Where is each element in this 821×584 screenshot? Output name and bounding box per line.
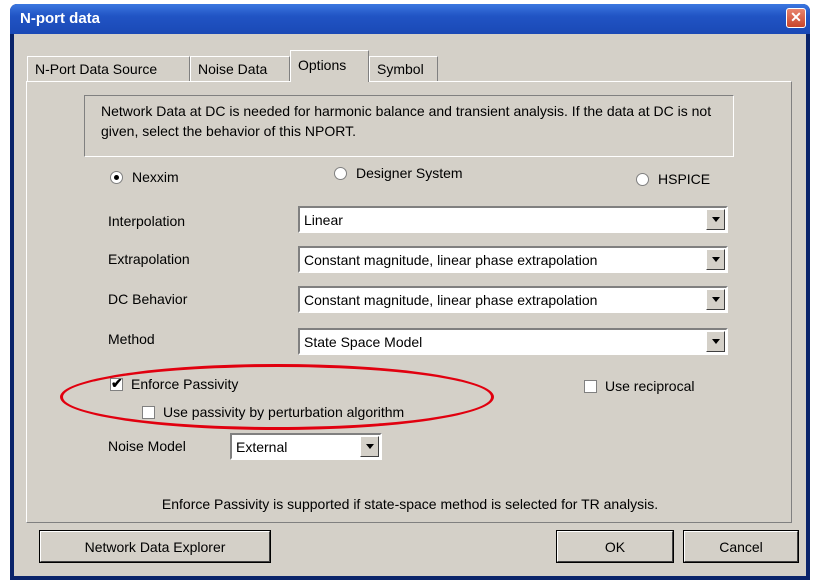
tab-nport-data-source[interactable]: N-Port Data Source [27, 56, 190, 82]
tab-label: Symbol [377, 61, 424, 77]
network-data-explorer-button[interactable]: Network Data Explorer [39, 530, 271, 563]
radio-circle [110, 170, 123, 184]
perturbation-checkbox[interactable]: Use passivity by perturbation algorithm [142, 404, 404, 420]
select-value: External [236, 439, 288, 455]
noise-model-select[interactable]: External [230, 433, 382, 460]
use-reciprocal-checkbox[interactable]: Use reciprocal [584, 378, 694, 394]
passivity-note: Enforce Passivity is supported if state-… [161, 496, 659, 512]
dc-info-text: Network Data at DC is needed for harmoni… [101, 103, 712, 139]
tab-symbol[interactable]: Symbol [369, 56, 438, 82]
select-value: Linear [304, 212, 343, 228]
interpolation-select[interactable]: Linear [298, 206, 728, 233]
checkbox-label: Use passivity by perturbation algorithm [163, 404, 405, 420]
checkbox-label: Use reciprocal [605, 378, 695, 394]
radio-label: Nexxim [132, 169, 179, 185]
tab-label: N-Port Data Source [35, 61, 158, 77]
select-value: Constant magnitude, linear phase extrapo… [304, 252, 598, 268]
nport-dialog: N-port data ✕ N-Port Data Source Noise D… [10, 4, 810, 580]
button-label: Network Data Explorer [84, 538, 226, 555]
dialog-body: N-Port Data Source Noise Data Options Sy… [14, 34, 806, 576]
tab-options[interactable]: Options [290, 50, 369, 82]
checkbox-box [142, 405, 155, 419]
extrapolation-select[interactable]: Constant magnitude, linear phase extrapo… [298, 246, 728, 273]
dropdown-arrow-icon[interactable] [706, 209, 725, 230]
extrapolation-label: Extrapolation [108, 251, 190, 267]
window-title: N-port data [20, 10, 100, 27]
checkbox-box: ✔ [110, 374, 123, 391]
radio-hspice[interactable]: HSPICE [636, 171, 710, 187]
method-label: Method [108, 331, 155, 347]
title-bar[interactable]: N-port data ✕ [10, 4, 810, 34]
check-icon: ✔ [111, 374, 123, 391]
radio-circle [334, 166, 347, 180]
close-icon: ✕ [790, 9, 802, 25]
radio-circle [636, 172, 649, 186]
dropdown-arrow-icon[interactable] [360, 436, 379, 457]
radio-selected-dot [114, 174, 119, 180]
dc-info-box: Network Data at DC is needed for harmoni… [84, 95, 734, 157]
dropdown-arrow-icon[interactable] [706, 289, 725, 310]
select-value: State Space Model [304, 334, 423, 350]
tab-label: Noise Data [198, 61, 268, 77]
radio-designer-system[interactable]: Designer System [334, 165, 463, 181]
interpolation-label: Interpolation [108, 213, 186, 229]
tab-label: Options [298, 57, 347, 73]
button-label: Cancel [719, 538, 763, 555]
dropdown-arrow-icon[interactable] [706, 331, 725, 352]
close-button[interactable]: ✕ [786, 8, 806, 28]
ok-button[interactable]: OK [556, 530, 674, 563]
checkbox-label: Enforce Passivity [131, 376, 239, 392]
enforce-passivity-checkbox[interactable]: ✔ Enforce Passivity [110, 374, 239, 392]
checkbox-box [584, 379, 597, 393]
cancel-button[interactable]: Cancel [683, 530, 799, 563]
method-select[interactable]: State Space Model [298, 328, 728, 355]
noise-model-label: Noise Model [108, 438, 186, 454]
dropdown-arrow-icon[interactable] [706, 249, 725, 270]
button-label: OK [604, 538, 626, 555]
radio-label: HSPICE [658, 171, 711, 187]
tab-noise-data[interactable]: Noise Data [190, 56, 290, 82]
radio-nexxim[interactable]: Nexxim [110, 169, 179, 185]
select-value: Constant magnitude, linear phase extrapo… [304, 292, 598, 308]
radio-label: Designer System [356, 165, 463, 181]
dc-behavior-label: DC Behavior [108, 291, 188, 307]
dc-behavior-select[interactable]: Constant magnitude, linear phase extrapo… [298, 286, 728, 313]
